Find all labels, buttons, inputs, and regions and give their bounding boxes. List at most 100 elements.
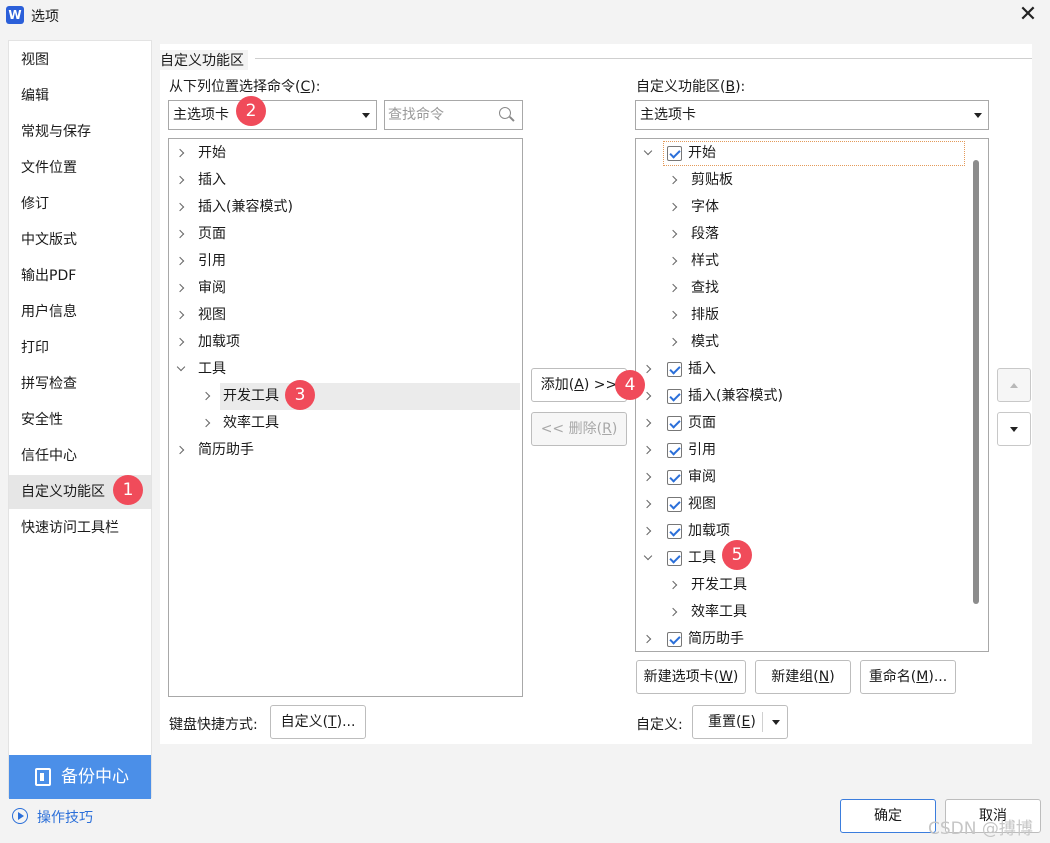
ribbon-tab-view[interactable]: 视图 (636, 491, 966, 518)
sidebar-item-output-pdf[interactable]: 输出PDF (9, 259, 151, 293)
ribbon-group-efficiency-tools[interactable]: 效率工具 (636, 599, 966, 626)
chevron-right-icon[interactable] (175, 229, 185, 239)
chevron-right-icon[interactable] (642, 445, 652, 455)
chevron-right-icon[interactable] (175, 175, 185, 185)
chevron-right-icon[interactable] (668, 256, 678, 266)
ok-button[interactable]: 确定 (840, 799, 936, 833)
checkbox-checked-icon[interactable] (667, 389, 682, 404)
checkbox-checked-icon[interactable] (667, 497, 682, 512)
commands-source-combo[interactable]: 主选项卡 (168, 100, 377, 130)
ribbon-tab-resume-assistant[interactable]: 简历助手 (636, 626, 966, 651)
chevron-right-icon[interactable] (642, 499, 652, 509)
sidebar-item-quick-access-toolbar[interactable]: 快速访问工具栏 (9, 511, 151, 545)
ribbon-tab-insert-compat[interactable]: 插入(兼容模式) (636, 383, 966, 410)
ribbon-group-developer-tools[interactable]: 开发工具 (636, 572, 966, 599)
sidebar-item-trust-center[interactable]: 信任中心 (9, 439, 151, 473)
sidebar-item-chinese-layout[interactable]: 中文版式 (9, 223, 151, 257)
backup-center-button[interactable]: 备份中心 (9, 755, 151, 799)
chevron-right-icon[interactable] (201, 391, 211, 401)
chevron-right-icon[interactable] (668, 607, 678, 617)
ribbon-group-paragraph[interactable]: 段落 (636, 221, 966, 248)
chevron-right-icon[interactable] (668, 175, 678, 185)
ribbon-group-clipboard[interactable]: 剪贴板 (636, 167, 966, 194)
sidebar-item-print[interactable]: 打印 (9, 331, 151, 365)
rename-button[interactable]: 重命名(M)... (860, 660, 956, 694)
ribbon-tab-references[interactable]: 引用 (636, 437, 966, 464)
chevron-right-icon[interactable] (642, 472, 652, 482)
ribbon-group-styles[interactable]: 样式 (636, 248, 966, 275)
reset-dropdown-button[interactable]: 重置(E) (692, 705, 788, 739)
sidebar-item-view[interactable]: 视图 (9, 43, 151, 77)
sidebar-item-general-save[interactable]: 常规与保存 (9, 115, 151, 149)
tree-item-resume-assistant[interactable]: 简历助手 (169, 437, 522, 464)
move-down-button[interactable] (997, 412, 1031, 446)
chevron-right-icon[interactable] (642, 634, 652, 644)
sidebar-item-file-locations[interactable]: 文件位置 (9, 151, 151, 185)
remove-button[interactable]: << 删除(R) (531, 412, 627, 446)
checkbox-checked-icon[interactable] (667, 470, 682, 485)
add-button[interactable]: 添加(A) >> (531, 368, 627, 402)
tree-item-page[interactable]: 页面 (169, 221, 522, 248)
sidebar-item-security[interactable]: 安全性 (9, 403, 151, 437)
chevron-right-icon[interactable] (668, 337, 678, 347)
ribbon-tab-page[interactable]: 页面 (636, 410, 966, 437)
sidebar-item-revision[interactable]: 修订 (9, 187, 151, 221)
move-up-button[interactable] (997, 368, 1031, 402)
tree-item-references[interactable]: 引用 (169, 248, 522, 275)
new-tab-button[interactable]: 新建选项卡(W) (636, 660, 746, 694)
chevron-right-icon[interactable] (668, 229, 678, 239)
ribbon-group-font[interactable]: 字体 (636, 194, 966, 221)
ribbon-tab-insert[interactable]: 插入 (636, 356, 966, 383)
ribbon-tree-scrollbar[interactable] (973, 160, 979, 604)
chevron-right-icon[interactable] (642, 391, 652, 401)
chevron-right-icon[interactable] (642, 364, 652, 374)
chevron-right-icon[interactable] (668, 283, 678, 293)
chevron-right-icon[interactable] (175, 283, 185, 293)
tree-item-view[interactable]: 视图 (169, 302, 522, 329)
chevron-right-icon[interactable] (175, 337, 185, 347)
chevron-right-icon[interactable] (175, 148, 185, 158)
chevron-right-icon[interactable] (668, 310, 678, 320)
ribbon-tab-addins[interactable]: 加载项 (636, 518, 966, 545)
tree-item-start[interactable]: 开始 (169, 140, 522, 167)
tree-item-insert[interactable]: 插入 (169, 167, 522, 194)
chevron-right-icon[interactable] (642, 418, 652, 428)
close-icon[interactable]: ✕ (1013, 1, 1043, 31)
sidebar-item-user-info[interactable]: 用户信息 (9, 295, 151, 329)
chevron-right-icon[interactable] (642, 526, 652, 536)
sidebar-item-spell-check[interactable]: 拼写检查 (9, 367, 151, 401)
chevron-down-icon[interactable] (643, 146, 653, 156)
ribbon-group-find[interactable]: 查找 (636, 275, 966, 302)
tree-item-addins[interactable]: 加载项 (169, 329, 522, 356)
chevron-right-icon[interactable] (175, 445, 185, 455)
chevron-right-icon[interactable] (668, 580, 678, 590)
tree-item-review[interactable]: 审阅 (169, 275, 522, 302)
chevron-down-icon[interactable] (643, 551, 653, 561)
chevron-right-icon[interactable] (201, 418, 211, 428)
chevron-right-icon[interactable] (668, 202, 678, 212)
chevron-right-icon[interactable] (175, 256, 185, 266)
tree-item-efficiency-tools[interactable]: 效率工具 (169, 410, 522, 437)
checkbox-checked-icon[interactable] (667, 416, 682, 431)
sidebar-item-edit[interactable]: 编辑 (9, 79, 151, 113)
ribbon-group-typesetting[interactable]: 排版 (636, 302, 966, 329)
ribbon-tab-review[interactable]: 审阅 (636, 464, 966, 491)
ribbon-tabs-combo[interactable]: 主选项卡 (635, 100, 989, 130)
chevron-right-icon[interactable] (175, 202, 185, 212)
new-group-button[interactable]: 新建组(N) (755, 660, 851, 694)
ribbon-tab-tools[interactable]: 工具 (636, 545, 966, 572)
ribbon-group-mode[interactable]: 模式 (636, 329, 966, 356)
checkbox-checked-icon[interactable] (667, 632, 682, 647)
checkbox-checked-icon[interactable] (667, 443, 682, 458)
tree-item-tools[interactable]: 工具 (169, 356, 522, 383)
checkbox-checked-icon[interactable] (667, 551, 682, 566)
search-icon[interactable] (499, 107, 511, 119)
customize-shortcuts-button[interactable]: 自定义(T)... (270, 705, 366, 739)
checkbox-checked-icon[interactable] (667, 362, 682, 377)
dropdown-arrow-icon (974, 113, 982, 118)
tree-item-developer-tools[interactable]: 开发工具 (220, 383, 520, 410)
chevron-down-icon[interactable] (176, 362, 186, 372)
tree-item-insert-compat[interactable]: 插入(兼容模式) (169, 194, 522, 221)
chevron-right-icon[interactable] (175, 310, 185, 320)
checkbox-checked-icon[interactable] (667, 524, 682, 539)
